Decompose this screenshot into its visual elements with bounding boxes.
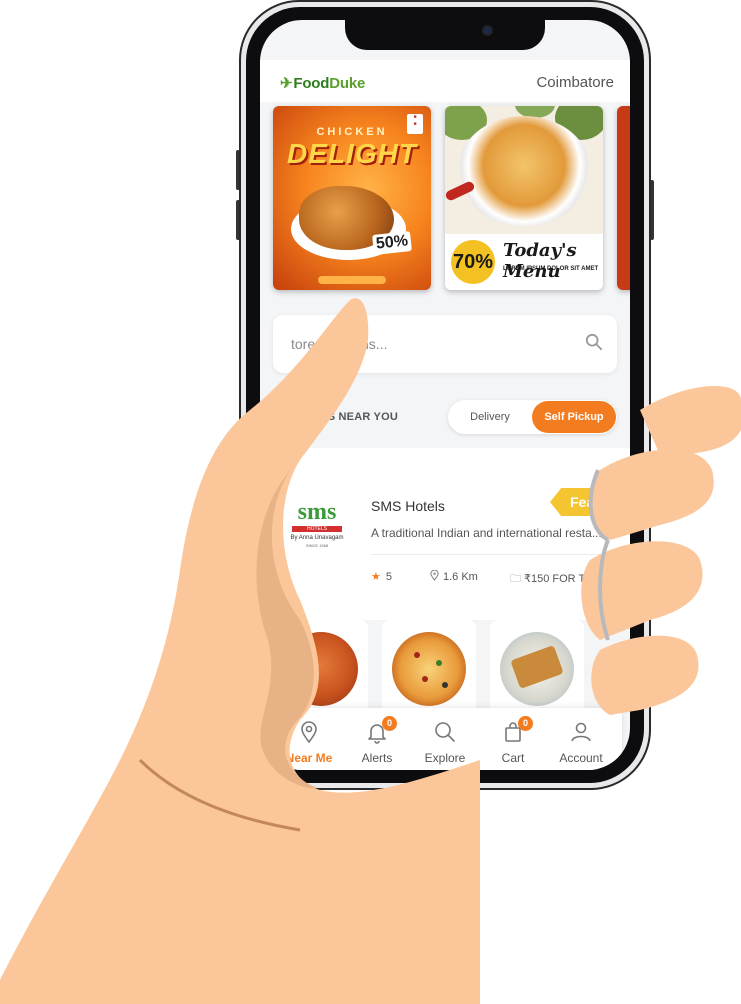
- finger-2: [591, 449, 714, 540]
- hand-illustration: [0, 298, 741, 1004]
- finger-1: [640, 386, 741, 455]
- finger-4: [591, 635, 699, 715]
